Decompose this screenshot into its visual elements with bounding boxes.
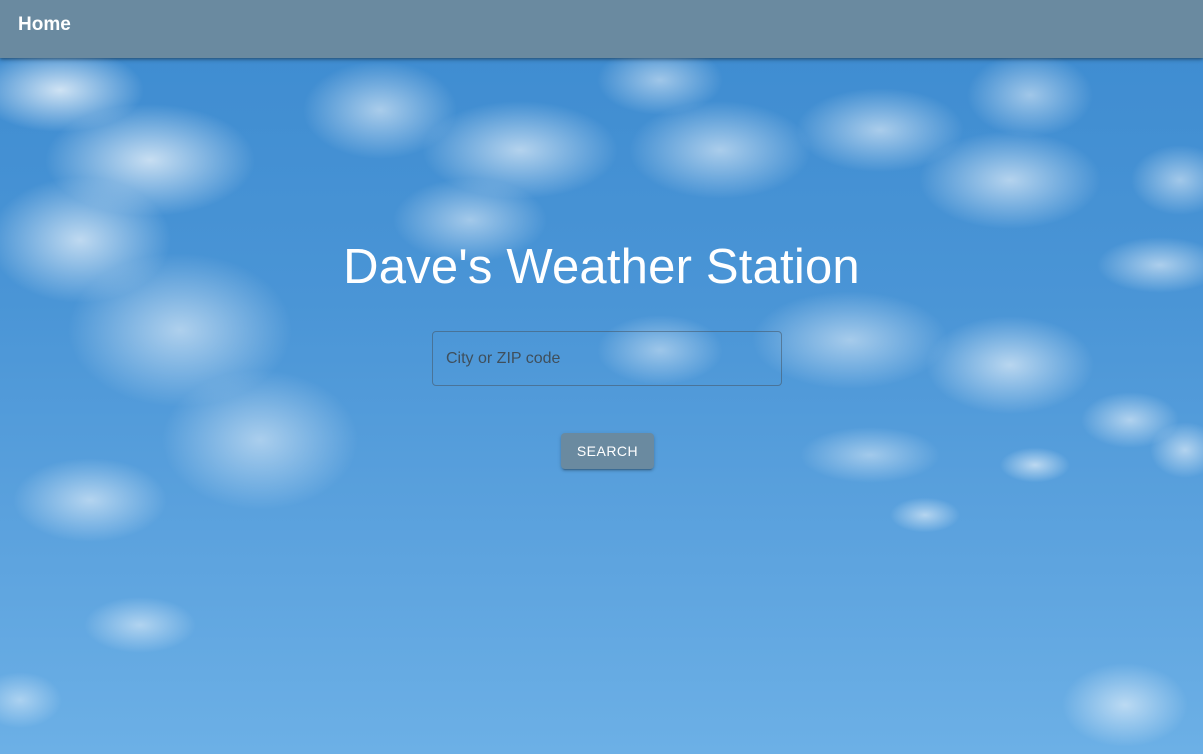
- page-title: Dave's Weather Station: [343, 240, 860, 294]
- search-button[interactable]: SEARCH: [561, 433, 654, 469]
- home-link[interactable]: Home: [18, 14, 71, 36]
- search-field[interactable]: [432, 331, 782, 386]
- page: Home Dave's Weather Station SEARCH: [0, 0, 1203, 754]
- search-input[interactable]: [433, 332, 781, 385]
- app-bar: Home: [0, 0, 1203, 58]
